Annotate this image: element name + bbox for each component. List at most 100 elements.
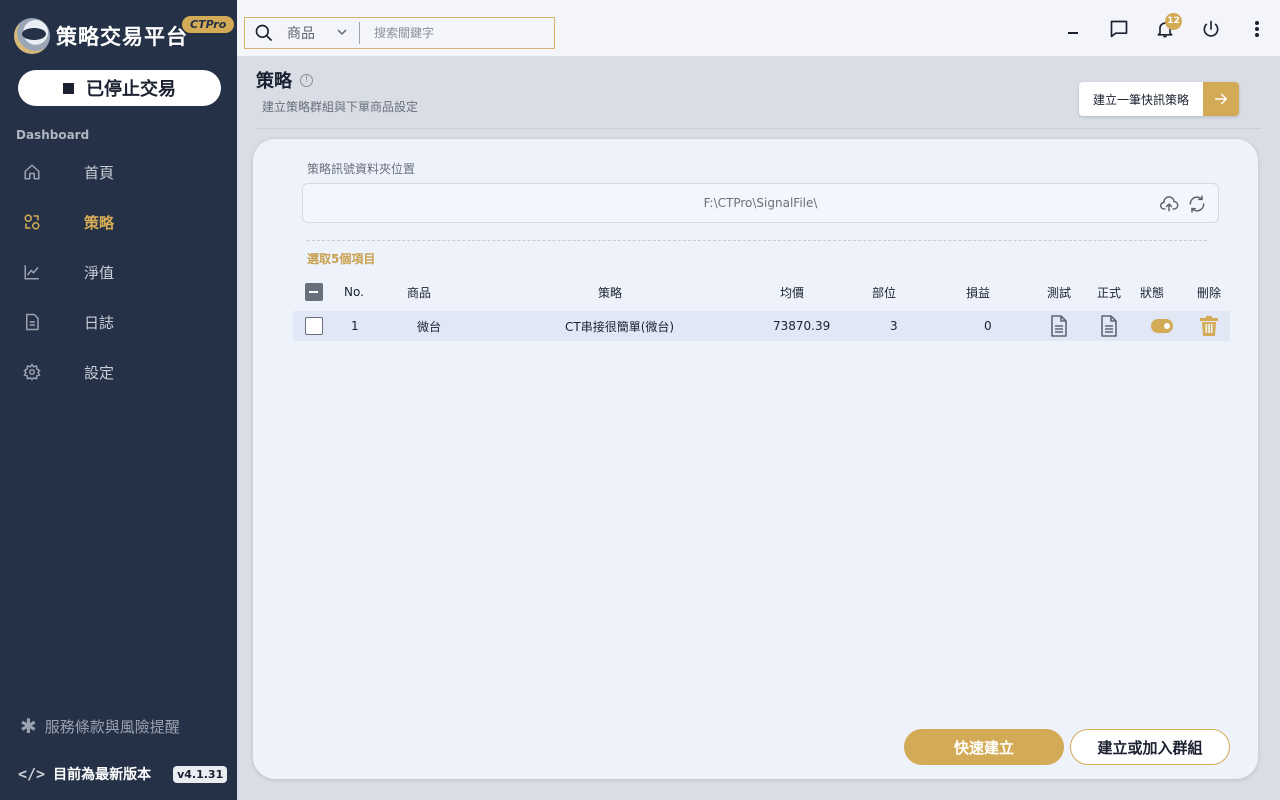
- create-alert-strategy-label: 建立一筆快訊策略: [1079, 82, 1204, 116]
- sidebar-item-settings[interactable]: 設定: [0, 347, 237, 397]
- sidebar-item-nav-value[interactable]: 淨值: [0, 247, 237, 297]
- cell-position: 3: [890, 319, 898, 333]
- selection-count: 選取5個項目: [307, 252, 376, 266]
- sidebar-section-label: Dashboard: [16, 128, 90, 142]
- power-icon: [1203, 20, 1219, 37]
- select-all-checkbox[interactable]: [305, 283, 323, 301]
- notification-button[interactable]: 12: [1142, 6, 1188, 52]
- brand-title: 策略交易平台: [56, 25, 188, 49]
- search-icon[interactable]: [249, 23, 279, 43]
- header-test: 測試: [1047, 285, 1072, 300]
- header-delete: 刪除: [1197, 285, 1222, 300]
- status-toggle[interactable]: [1151, 319, 1173, 333]
- create-or-join-group-button[interactable]: 建立或加入群組: [1070, 729, 1230, 765]
- cell-product: 微台: [417, 319, 442, 334]
- version-text: 目前為最新版本: [53, 767, 152, 783]
- search-input[interactable]: [374, 26, 544, 40]
- minimize-button[interactable]: [1050, 6, 1096, 52]
- version-badge: v4.1.31: [173, 765, 228, 783]
- header-pnl: 損益: [966, 285, 991, 300]
- sidebar-item-label: 策略: [84, 213, 115, 232]
- brand-logo-icon: [14, 18, 50, 54]
- code-icon: </>: [18, 765, 46, 783]
- minimize-icon: [1068, 31, 1078, 34]
- sidebar-item-label: 日誌: [84, 313, 115, 332]
- power-button[interactable]: [1188, 6, 1234, 52]
- more-vertical-icon: [1255, 20, 1259, 37]
- document-icon: [22, 312, 42, 332]
- sidebar-item-home[interactable]: 首頁: [0, 147, 237, 197]
- test-file-button[interactable]: [1049, 311, 1069, 341]
- sidebar-item-strategy[interactable]: 策略: [0, 197, 237, 247]
- cell-strategy: CT串接很簡單(微台): [565, 319, 675, 334]
- table-row[interactable]: 1 微台 CT串接很簡單(微台) 73870.39 3 0: [293, 311, 1230, 341]
- live-file-button[interactable]: [1099, 311, 1119, 341]
- cell-avg-price: 73870.39: [773, 319, 831, 333]
- search-divider: [359, 22, 360, 44]
- page-subtitle: 建立策略群組與下單商品設定: [262, 100, 419, 114]
- info-icon[interactable]: !: [300, 73, 313, 87]
- search-category-select[interactable]: 商品: [287, 23, 337, 43]
- notification-badge: 12: [1165, 12, 1182, 30]
- asterisk-icon: ✱: [20, 714, 37, 738]
- more-menu-button[interactable]: [1234, 6, 1280, 52]
- brand-badge: CTPro: [182, 16, 235, 33]
- sidebar: 策略交易平台 CTPro 已停止交易 Dashboard 首頁 策略 淨值 日誌…: [0, 0, 237, 800]
- folder-path: F:\CTPro\SignalFile\: [703, 196, 818, 210]
- trash-icon: [1200, 316, 1218, 336]
- delete-button[interactable]: [1200, 311, 1218, 341]
- terms-link[interactable]: ✱ 服務條款與風險提醒: [20, 714, 180, 738]
- header-product: 商品: [407, 285, 432, 300]
- main-area: 策略 ! 建立策略群組與下單商品設定 建立一筆快訊策略 策略訊號資料夾位置 F:…: [237, 57, 1280, 800]
- search-bar: 商品: [244, 17, 555, 49]
- folder-actions: [1158, 193, 1208, 215]
- message-icon: [1110, 20, 1128, 37]
- page-title-text: 策略: [256, 71, 292, 92]
- message-button[interactable]: [1096, 6, 1142, 52]
- trading-status-button[interactable]: 已停止交易: [18, 70, 221, 106]
- version-info: </> 目前為最新版本 v4.1.31: [18, 764, 228, 784]
- sidebar-item-label: 淨值: [84, 263, 115, 282]
- terms-label: 服務條款與風險提醒: [44, 717, 180, 736]
- strategy-card: 策略訊號資料夾位置 F:\CTPro\SignalFile\ 選取5個項目 No…: [253, 139, 1258, 779]
- cloud-upload-icon[interactable]: [1158, 193, 1180, 215]
- home-icon: [22, 162, 42, 182]
- chevron-down-icon[interactable]: [337, 27, 347, 40]
- top-icons: 12: [1050, 0, 1280, 57]
- stop-icon: [63, 82, 74, 94]
- select-all-cell: [305, 277, 323, 307]
- brand[interactable]: 策略交易平台: [14, 16, 188, 56]
- top-bar: 商品 12: [237, 0, 1280, 57]
- page-title: 策略 !: [256, 67, 313, 93]
- table-header: No. 商品 策略 均價 部位 損益 測試 正式 狀態 刪除: [293, 277, 1230, 307]
- sidebar-nav: 首頁 策略 淨值 日誌 設定: [0, 147, 237, 397]
- sidebar-item-label: 設定: [84, 363, 115, 382]
- folder-path-field[interactable]: F:\CTPro\SignalFile\: [302, 183, 1219, 223]
- sidebar-item-log[interactable]: 日誌: [0, 297, 237, 347]
- header-position: 部位: [872, 285, 897, 300]
- row-checkbox[interactable]: [305, 317, 323, 335]
- quick-create-button[interactable]: 快速建立: [904, 729, 1064, 765]
- cell-pnl: 0: [984, 319, 992, 333]
- chart-line-icon: [22, 262, 42, 282]
- trading-status-label: 已停止交易: [86, 79, 176, 100]
- refresh-icon[interactable]: [1186, 193, 1208, 215]
- folder-label: 策略訊號資料夾位置: [307, 162, 416, 176]
- header-live: 正式: [1097, 285, 1122, 300]
- gear-icon: [22, 362, 42, 382]
- row-select-cell: [305, 311, 323, 341]
- header-strategy: 策略: [598, 285, 623, 300]
- status-cell: [1151, 311, 1173, 341]
- header-no: No.: [344, 285, 364, 299]
- strategy-icon: [22, 212, 42, 232]
- arrow-right-icon: [1203, 82, 1240, 116]
- file-icon: [1101, 315, 1117, 337]
- header-avg-price: 均價: [780, 285, 805, 300]
- section-divider: [307, 240, 1207, 241]
- cell-no: 1: [351, 319, 359, 333]
- header-divider: [256, 128, 1261, 129]
- file-icon: [1051, 315, 1067, 337]
- header-status: 狀態: [1140, 285, 1165, 300]
- sidebar-item-label: 首頁: [84, 163, 115, 182]
- create-alert-strategy-button[interactable]: 建立一筆快訊策略: [1079, 82, 1240, 116]
